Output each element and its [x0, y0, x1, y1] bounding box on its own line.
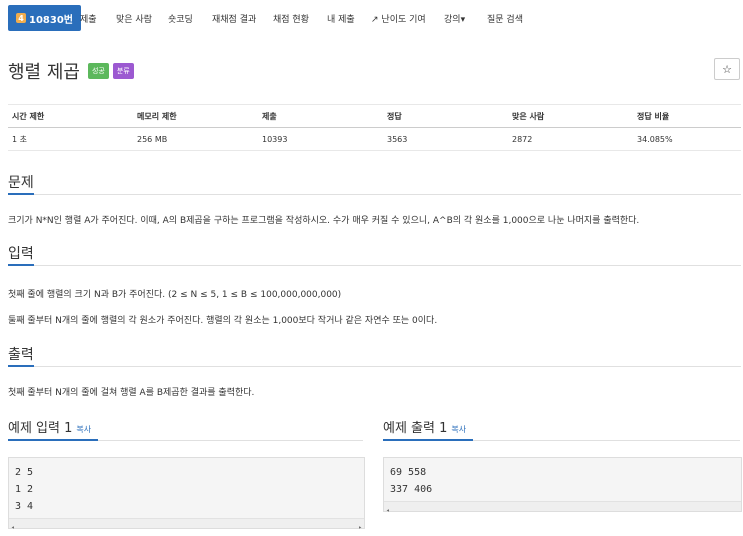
- value-time-limit: 1 초: [8, 127, 133, 151]
- value-accept-ratio: 34.085%: [633, 127, 741, 151]
- value-accepted-users: 2872: [508, 127, 633, 151]
- copy-output-link[interactable]: 복사: [451, 425, 466, 434]
- heading-underline: [383, 439, 473, 441]
- page-title: 행렬 제곱: [8, 62, 80, 83]
- caret-down-icon: ▾: [460, 15, 466, 25]
- level-badge-icon: 4: [16, 13, 26, 23]
- sample-output-box[interactable]: 69 558 337 406 ◂: [383, 457, 742, 514]
- star-icon: ☆: [722, 62, 732, 76]
- sample-output-label: 예제 출력 1: [383, 421, 448, 436]
- problem-heading: 문제: [8, 175, 34, 191]
- header-accept-ratio: 정답 비율: [633, 104, 741, 128]
- nav-question-search[interactable]: 질문 검색: [487, 12, 523, 25]
- table-header-row: 시간 제한 메모리 제한 제출 정답 맞은 사람 정답 비율: [8, 104, 741, 128]
- nav-lectures-label: 강의: [444, 15, 461, 25]
- nav-difficulty-contribution[interactable]: ↗ 난이도 기여: [371, 12, 426, 25]
- heading-underline: [8, 439, 98, 441]
- top-nav: 4 10830번 제출 맞은 사람 숏코딩 재채점 결과 채점 현황 내 제출 …: [0, 0, 743, 36]
- header-accepted-users: 맞은 사람: [508, 104, 633, 128]
- value-accepted: 3563: [383, 127, 508, 151]
- copy-input-link[interactable]: 복사: [76, 425, 91, 434]
- heading-underline: [8, 264, 34, 266]
- problem-info-table: 시간 제한 메모리 제한 제출 정답 맞은 사람 정답 비율 1 초 256 M…: [8, 104, 741, 151]
- sample-input-label: 예제 입력 1: [8, 421, 73, 436]
- output-description: 첫째 줄부터 N개의 줄에 걸쳐 행렬 A를 B제곱한 결과를 출력한다.: [8, 388, 255, 398]
- scroll-right-icon[interactable]: ▸: [358, 519, 362, 536]
- scroll-left-icon[interactable]: ◂: [11, 519, 15, 536]
- input-heading: 입력: [8, 246, 34, 262]
- category-badge[interactable]: 분류: [112, 63, 134, 79]
- external-link-icon: ↗: [371, 15, 379, 25]
- success-badge: 성공: [87, 63, 109, 79]
- header-accepted: 정답: [383, 104, 508, 128]
- nav-difficulty-label: 난이도 기여: [381, 15, 426, 25]
- sample-input-title: 예제 입력 1 복사: [8, 417, 91, 436]
- problem-title-row: 행렬 제곱 성공 분류: [8, 58, 134, 84]
- nav-lectures[interactable]: 강의▾: [444, 12, 465, 25]
- sample-input-text: 2 5 1 2 3 4: [15, 467, 34, 512]
- divider: [8, 366, 741, 367]
- header-memory-limit: 메모리 제한: [133, 104, 258, 128]
- favorite-star-button[interactable]: ☆: [714, 58, 740, 80]
- heading-underline: [8, 365, 34, 367]
- input-description-line2: 둘째 줄부터 N개의 줄에 행렬의 각 원소가 주어진다. 행렬의 각 원소는 …: [8, 316, 438, 326]
- nav-short-coding[interactable]: 숏코딩: [168, 12, 193, 25]
- horizontal-scrollbar[interactable]: ◂: [384, 501, 741, 514]
- problem-number-tab[interactable]: 4 10830번: [8, 5, 81, 31]
- nav-accepted-users[interactable]: 맞은 사람: [116, 12, 152, 25]
- problem-number-label: 10830번: [29, 14, 73, 26]
- output-heading: 출력: [8, 347, 34, 363]
- value-submissions: 10393: [258, 127, 383, 151]
- header-time-limit: 시간 제한: [8, 104, 133, 128]
- header-submissions: 제출: [258, 104, 383, 128]
- nav-rejudge-results[interactable]: 재채점 결과: [212, 12, 256, 25]
- nav-status[interactable]: 채점 현황: [273, 12, 309, 25]
- sample-output-text: 69 558 337 406: [390, 467, 433, 495]
- sample-output-title: 예제 출력 1 복사: [383, 417, 466, 436]
- problem-description: 크기가 N*N인 행렬 A가 주어진다. 이때, A의 B제곱을 구하는 프로그…: [8, 216, 640, 226]
- input-description-line1: 첫째 줄에 행렬의 크기 N과 B가 주어진다. (2 ≤ N ≤ 5, 1 ≤…: [8, 290, 342, 300]
- sample-input-box[interactable]: 2 5 1 2 3 4 ◂ ▸: [8, 457, 365, 531]
- horizontal-scrollbar[interactable]: ◂ ▸: [9, 518, 364, 531]
- heading-underline: [8, 193, 34, 195]
- divider: [8, 194, 741, 195]
- scroll-left-icon[interactable]: ◂: [386, 502, 390, 519]
- divider: [8, 265, 741, 266]
- table-row: 1 초 256 MB 10393 3563 2872 34.085%: [8, 127, 741, 151]
- value-memory-limit: 256 MB: [133, 127, 258, 151]
- nav-my-submissions[interactable]: 내 제출: [327, 12, 355, 25]
- nav-submit[interactable]: 제출: [80, 12, 97, 25]
